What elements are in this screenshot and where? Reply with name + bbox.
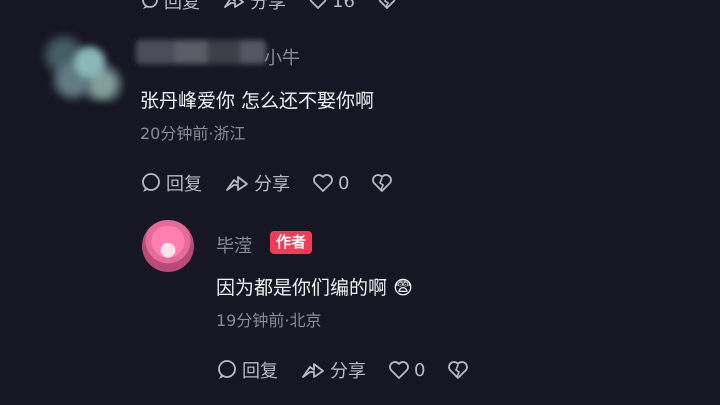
like-count: 0 bbox=[414, 359, 426, 381]
share-button[interactable]: 分享 bbox=[300, 357, 366, 383]
reply-button[interactable]: 回复 bbox=[216, 357, 278, 383]
like-button[interactable]: 0 bbox=[312, 173, 349, 194]
comment-meta: 20分钟前·浙江 bbox=[140, 124, 246, 143]
comment-text: 张丹峰爱你 怎么还不娶你啊 bbox=[140, 90, 375, 112]
like-count: 16 bbox=[332, 0, 355, 12]
author-badge: 作者 bbox=[270, 231, 313, 254]
dislike-button[interactable] bbox=[447, 360, 473, 380]
reply-username[interactable]: 毕滢 bbox=[216, 232, 252, 258]
like-count: 0 bbox=[338, 172, 350, 194]
reply-text-line: 因为都是你们编的啊 😨 bbox=[216, 273, 413, 300]
broken-heart-icon bbox=[378, 0, 396, 9]
reply-label: 回复 bbox=[166, 174, 202, 195]
broken-heart-icon bbox=[448, 361, 469, 379]
share-icon bbox=[224, 0, 244, 8]
reply-button[interactable]: 回复 bbox=[140, 0, 200, 14]
avatar[interactable] bbox=[142, 220, 194, 272]
share-label: 分享 bbox=[330, 361, 366, 382]
reply-label: 回复 bbox=[242, 361, 278, 382]
share-icon bbox=[226, 176, 248, 191]
reply-button[interactable]: 回复 bbox=[140, 170, 202, 196]
avatar-blurred[interactable] bbox=[38, 30, 124, 102]
username-blurred bbox=[136, 40, 266, 64]
reply-text: 因为都是你们编的啊 bbox=[216, 277, 388, 299]
like-button[interactable]: 16 bbox=[308, 0, 355, 12]
fearful-emoji: 😨 bbox=[393, 277, 413, 299]
dislike-button[interactable] bbox=[371, 173, 397, 193]
comment-icon bbox=[218, 360, 236, 379]
heart-icon bbox=[313, 174, 333, 192]
dislike-button[interactable] bbox=[377, 0, 401, 10]
heart-icon bbox=[309, 0, 327, 9]
heart-icon bbox=[389, 361, 409, 379]
comment-icon bbox=[142, 173, 160, 192]
comment-action-row: 回复 分享 0 bbox=[140, 170, 419, 196]
comment-username[interactable]: 小牛 bbox=[264, 44, 300, 70]
broken-heart-icon bbox=[372, 174, 393, 192]
top-action-row: 回复 分享 16 bbox=[140, 0, 423, 14]
reply-action-row: 回复 分享 0 bbox=[216, 357, 495, 383]
like-button[interactable]: 0 bbox=[388, 360, 425, 381]
comment-icon bbox=[142, 0, 158, 9]
reply-meta: 19分钟前·北京 bbox=[216, 311, 322, 330]
share-label: 分享 bbox=[250, 0, 286, 13]
reply-label: 回复 bbox=[164, 0, 200, 13]
share-button[interactable]: 分享 bbox=[224, 170, 290, 196]
avatar-image bbox=[146, 226, 190, 270]
share-icon bbox=[302, 363, 324, 378]
share-label: 分享 bbox=[254, 174, 290, 195]
share-button[interactable]: 分享 bbox=[222, 0, 286, 14]
